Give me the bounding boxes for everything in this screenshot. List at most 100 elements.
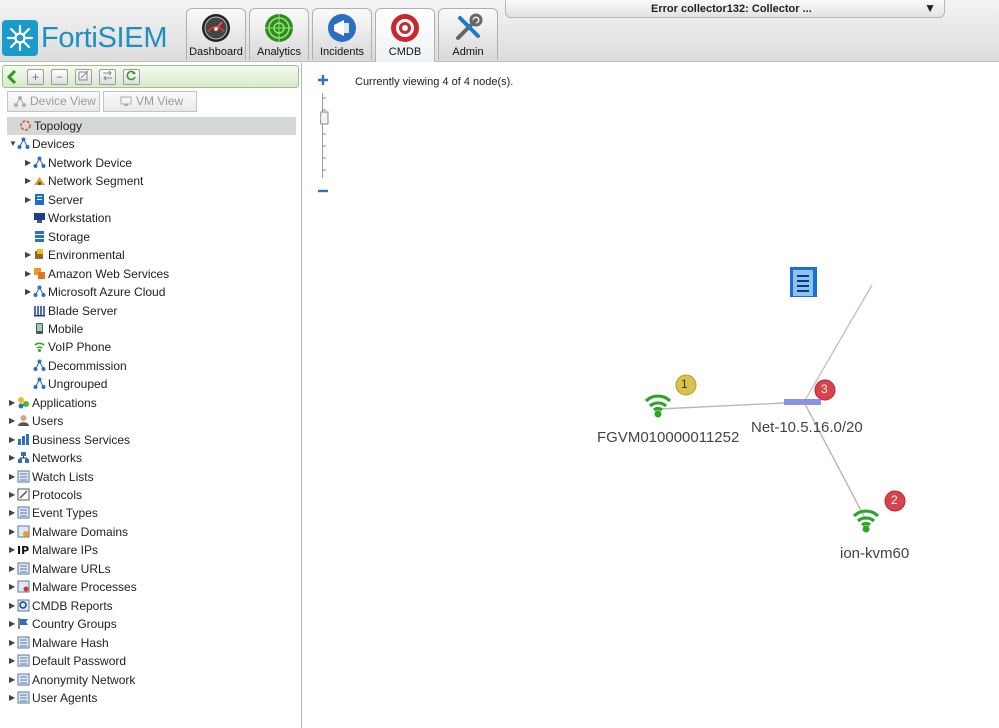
tree-item-malware-processes[interactable]: ▶ Malware Processes [9,578,137,596]
refresh-button[interactable] [123,69,140,85]
collapse-toggle-icon[interactable]: ▶ [25,172,33,190]
ionkvm-wifi-device-icon[interactable] [852,509,880,533]
error-dropdown[interactable]: Error collector132: Collector ... ▼ [505,0,945,18]
tab-incidents[interactable]: Incidents [312,8,372,60]
collapse-toggle-icon[interactable]: ▶ [25,246,33,264]
applications-icon [18,396,29,409]
tree-item-default-password[interactable]: ▶ Default Password [9,652,126,670]
tab-cmdb[interactable]: CMDB [375,8,435,62]
collapse-toggle-icon[interactable]: ▶ [9,431,17,449]
cmdb-reports-icon [17,599,30,612]
fgvm-badge-count: 1 [681,377,688,391]
collapse-toggle-icon[interactable]: ▶ [9,394,17,412]
collapse-toggle-icon[interactable]: ▶ [25,154,33,172]
collapse-toggle-icon[interactable]: ▶ [9,412,17,430]
tree-item-voip-phone[interactable]: VoIP Phone [25,338,111,356]
tree-item-business-services[interactable]: ▶ Business Services [9,431,130,449]
collapse-toggle-icon[interactable]: ▶ [9,615,17,633]
collapse-toggle-icon[interactable]: ▶ [9,597,17,615]
expand-toggle-icon[interactable]: ▼ [9,135,17,153]
collapse-toggle-icon[interactable]: ▶ [9,449,17,467]
tree-item-network-device[interactable]: ▶ Network Device [25,154,132,172]
tree-item-malware-ips[interactable]: ▶ IP Malware IPs [9,541,98,559]
collapse-toggle-icon[interactable]: ▶ [9,560,17,578]
tree-item-label: Malware Processes [32,580,137,595]
tree-item-blade-server[interactable]: Blade Server [25,302,117,320]
tree-item-networks[interactable]: ▶ Networks [9,449,82,467]
collapse-toggle-icon[interactable]: ▶ [9,486,17,504]
server-icon[interactable] [790,267,817,297]
tree-item-user-agents[interactable]: ▶ User Agents [9,689,97,707]
tree-item-malware-hash[interactable]: ▶ Malware Hash [9,634,109,652]
tree-item-environmental[interactable]: ▶ Environmental [25,246,125,264]
tree-item-label: Default Password [32,654,127,669]
blade-server-icon [34,305,45,316]
tree-item-workstation[interactable]: Workstation [25,209,111,227]
tree-item-anonymity-network[interactable]: ▶ Anonymity Network [9,671,135,689]
tree-item-amazon-web-services[interactable]: ▶ Amazon Web Services [25,265,169,283]
collapse-toggle-icon[interactable]: ▶ [9,652,17,670]
collapse-sidebar-icon[interactable] [6,70,18,84]
dropdown-arrow-icon[interactable]: ▼ [924,1,936,15]
tree-item-decommission[interactable]: Decommission [25,357,127,375]
tab-admin[interactable]: Admin [438,8,498,60]
collapse-toggle-icon[interactable]: ▶ [9,468,17,486]
zoom-in-icon[interactable] [316,73,330,87]
collapse-toggle-icon[interactable]: ▶ [9,634,17,652]
tree-item-watch-lists[interactable]: ▶ Watch Lists [9,468,94,486]
tab-incidents-label: Incidents [319,46,365,58]
tree-item-label: Amazon Web Services [48,266,170,281]
tree-item-country-groups[interactable]: ▶ Country Groups [9,615,117,633]
fortisiem-logo[interactable]: FortiSIEM [2,18,180,58]
tree-item-cmdb-reports[interactable]: ▶ CMDB Reports [9,597,113,615]
collapse-toggle-icon[interactable]: ▶ [9,523,17,541]
tab-analytics[interactable]: Analytics [249,8,309,60]
collapse-toggle-icon[interactable]: ▶ [25,283,33,301]
zoom-slider-track[interactable] [322,93,326,178]
vm-view-button[interactable]: VM View [103,91,197,112]
tree-item-label: Watch Lists [32,469,94,484]
tree-item-ungrouped[interactable]: Ungrouped [25,375,107,393]
collapse-toggle-icon[interactable]: ▶ [9,671,17,689]
tree-item-label: Environmental [48,248,125,263]
tree-item-devices[interactable]: ▼ Devices [9,135,75,153]
aws-icon [34,267,45,279]
tree-item-mobile[interactable]: Mobile [25,320,83,338]
node-label-net: Net-10.5.16.0/20 [751,419,863,436]
tab-dashboard[interactable]: Dashboard [186,8,246,60]
move-group-button[interactable] [99,69,116,85]
error-dropdown-text: Error collector132: Collector ... [651,3,812,15]
tree-item-topology[interactable]: Topology [7,117,296,135]
collapse-toggle-icon[interactable]: ▶ [25,191,33,209]
tree-item-event-types[interactable]: ▶ Event Types [9,504,98,522]
fgvm-wifi-device-icon[interactable] [644,394,672,418]
add-group-button[interactable]: + [27,69,44,85]
tree-item-applications[interactable]: ▶ Applications [9,394,97,412]
net-segment-icon[interactable] [784,399,821,405]
network-segment-icon [34,177,45,186]
tree-item-label: Protocols [32,488,83,502]
topology-canvas[interactable]: Currently viewing 4 of 4 node(s). 1 3 2 … [307,63,999,728]
collapse-toggle-icon[interactable]: ▶ [9,578,17,596]
zoom-slider-thumb[interactable] [320,111,330,125]
tree-item-malware-domains[interactable]: ▶ Malware Domains [9,523,128,541]
refresh-icon [126,70,136,81]
tree-item-protocols[interactable]: ▶ Protocols [9,486,82,504]
tree-item-microsoft-azure-cloud[interactable]: ▶ Microsoft Azure Cloud [25,283,165,301]
delete-group-button[interactable]: − [51,69,68,85]
zoom-out-icon[interactable] [316,184,330,198]
tree-item-storage[interactable]: Storage [25,228,90,246]
tree-item-network-segment[interactable]: ▶ Network Segment [25,172,143,190]
zoom-ticks [322,97,326,171]
node-label-ionkvm: ion-kvm60 [840,545,910,562]
malware-domains-icon [17,525,30,538]
collapse-toggle-icon[interactable]: ▶ [9,689,17,707]
collapse-toggle-icon[interactable]: ▶ [25,265,33,283]
tree-item-users[interactable]: ▶ Users [9,412,63,430]
edit-group-button[interactable] [75,69,92,85]
tree-item-server[interactable]: ▶ Server [25,191,83,209]
collapse-toggle-icon[interactable]: ▶ [9,541,17,559]
device-view-button[interactable]: Device View [7,91,100,112]
collapse-toggle-icon[interactable]: ▶ [9,504,17,522]
tree-item-malware-urls[interactable]: ▶ Malware URLs [9,560,111,578]
